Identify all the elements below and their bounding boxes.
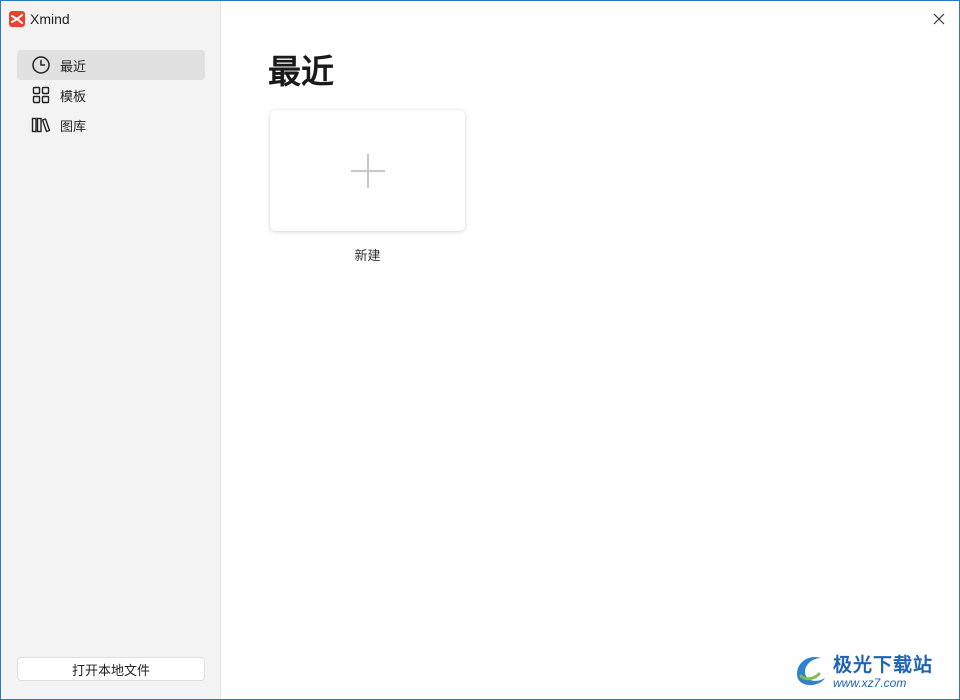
sidebar: Xmind 最近 模板 图库 打开本地文件 <box>1 1 221 699</box>
watermark-logo-icon <box>797 656 825 686</box>
sidebar-item-label: 最近 <box>60 58 87 74</box>
watermark: 极光下载站 www.xz7.com <box>791 649 951 691</box>
watermark-name: 极光下载站 <box>833 654 934 676</box>
app-window: Xmind 最近 模板 图库 打开本地文件 最近 新建 极光下载站 www.xz… <box>0 0 960 700</box>
watermark-url: www.xz7.com <box>833 676 907 690</box>
new-file-card[interactable] <box>270 110 465 231</box>
sidebar-item-recent[interactable]: 最近 <box>17 50 205 80</box>
sidebar-item-templates[interactable]: 模板 <box>17 80 205 110</box>
sidebar-item-library[interactable]: 图库 <box>17 110 205 140</box>
main-content: 最近 新建 <box>222 1 959 699</box>
close-icon <box>933 13 945 25</box>
open-local-file-button[interactable]: 打开本地文件 <box>17 657 205 681</box>
grid-icon <box>31 85 51 105</box>
library-icon <box>31 115 51 135</box>
xmind-logo-icon <box>9 11 25 27</box>
close-button[interactable] <box>929 9 949 29</box>
sidebar-nav: 最近 模板 图库 <box>17 50 205 140</box>
sidebar-item-label: 模板 <box>60 88 87 104</box>
sidebar-item-label: 图库 <box>60 118 87 134</box>
page-title: 最近 <box>268 52 334 91</box>
app-title: Xmind <box>9 9 70 29</box>
app-name: Xmind <box>30 11 70 27</box>
new-file-label: 新建 <box>354 248 381 263</box>
clock-icon <box>31 55 51 75</box>
plus-icon <box>350 153 385 188</box>
